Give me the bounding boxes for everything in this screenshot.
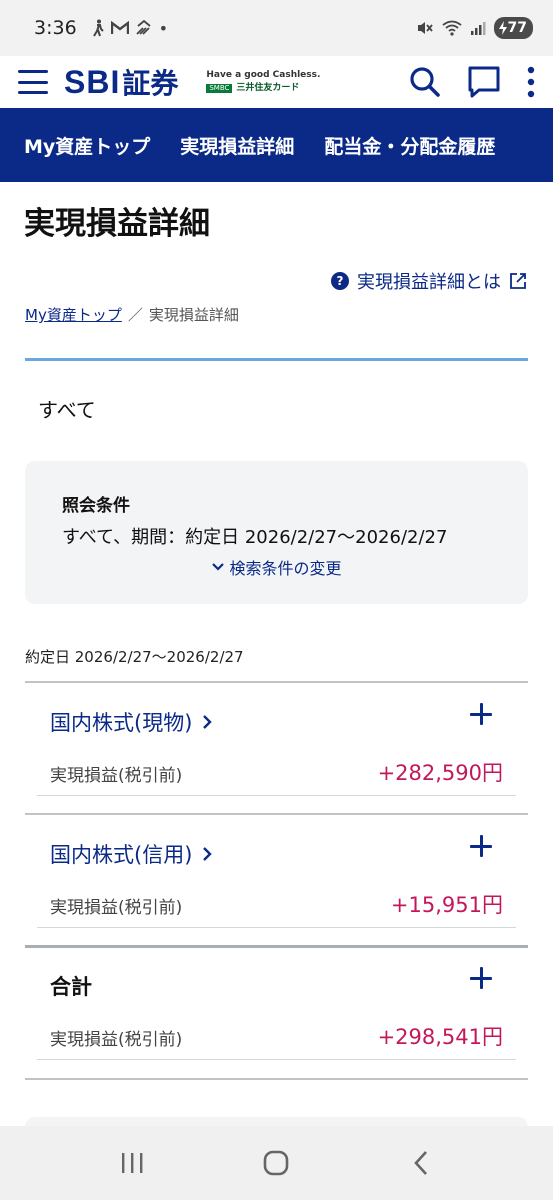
wifi-icon: [441, 20, 462, 36]
cast-icon: [136, 20, 151, 35]
section-title: 国内株式(信用): [50, 843, 193, 867]
smbc-banner: Have a good Cashless. SMBC 三井住友カード: [206, 69, 321, 94]
search-conditions-panel: 照会条件 すべて、期間：約定日 2026/2/27〜2026/2/27 検索条件…: [25, 461, 528, 604]
section-title-link[interactable]: 国内株式(信用): [50, 839, 213, 869]
nav-my-assets-top[interactable]: My資産トップ: [24, 132, 150, 159]
tagline: Have a good Cashless.: [206, 69, 321, 80]
logo-sbi-text: SBI: [64, 63, 121, 100]
section-total: 合計 実現損益(税引前) +298,541円: [25, 945, 528, 1079]
page-title: 実現損益詳細: [24, 206, 210, 242]
home-icon[interactable]: [246, 1138, 306, 1188]
chat-icon[interactable]: [467, 65, 501, 99]
dot-icon: •: [158, 18, 169, 38]
section-title: 国内株式(現物): [50, 711, 193, 735]
conditions-text: すべて、期間：約定日 2026/2/27〜2026/2/27: [62, 527, 448, 548]
section-domestic-cash: 国内株式(現物) 実現損益(税引前) +282,590円: [25, 681, 528, 815]
section-title: 合計: [50, 971, 92, 1001]
back-icon[interactable]: [391, 1138, 451, 1188]
change-conditions-link[interactable]: 検索条件の変更: [25, 555, 528, 579]
sbi-logo[interactable]: SBI 証券: [64, 62, 178, 102]
section-domestic-margin: 国内株式(信用) 実現損益(税引前) +15,951円: [25, 813, 528, 947]
help-link[interactable]: ? 実現損益詳細とは: [331, 268, 527, 294]
row-label: 実現損益(税引前): [50, 766, 183, 786]
status-notification-icons: •: [91, 19, 168, 38]
conditions-title: 照会条件: [62, 496, 130, 516]
battery-level: 77: [507, 20, 527, 36]
app-header: SBI 証券 Have a good Cashless. SMBC 三井住友カー…: [0, 56, 553, 108]
main-nav: My資産トップ 実現損益詳細 配当金・分配金履歴: [0, 108, 553, 182]
breadcrumb: My資産トップ ／ 実現損益詳細: [25, 304, 239, 325]
logo-shoken-text: 証券: [122, 67, 179, 100]
smbc-badge: SMBC: [206, 83, 233, 94]
total-title: 合計: [50, 975, 92, 999]
breadcrumb-home[interactable]: My資産トップ: [25, 304, 122, 325]
row-value: +282,590円: [377, 761, 503, 785]
chevron-right-icon: [203, 847, 213, 861]
status-time: 3:36: [34, 17, 77, 39]
external-link-icon: [510, 273, 526, 289]
system-nav-bar: [0, 1126, 553, 1200]
expand-plus-icon[interactable]: [470, 703, 492, 725]
row-label: 実現損益(税引前): [50, 1030, 183, 1050]
breadcrumb-current: 実現損益詳細: [148, 306, 239, 324]
filter-label[interactable]: すべて: [38, 394, 96, 423]
row-value: +298,541円: [377, 1025, 503, 1049]
nav-realized-pl[interactable]: 実現損益詳細: [180, 132, 294, 159]
change-conditions-label: 検索条件の変更: [229, 559, 342, 578]
accent-divider: [25, 358, 528, 361]
mute-icon: [417, 22, 433, 34]
battery-indicator: 77: [493, 17, 533, 39]
charging-icon: [498, 21, 507, 35]
nav-dividend-history[interactable]: 配当金・分配金履歴: [324, 132, 495, 159]
status-bar: 3:36 • 77: [0, 0, 553, 56]
expand-plus-icon[interactable]: [470, 835, 492, 857]
search-icon[interactable]: [409, 66, 441, 98]
bottom-divider: [25, 1078, 528, 1080]
help-icon: ?: [331, 272, 349, 290]
breadcrumb-separator: ／: [127, 306, 143, 324]
recent-apps-icon[interactable]: [102, 1138, 162, 1188]
chevron-right-icon: [203, 715, 213, 729]
help-link-label: 実現損益詳細とは: [357, 272, 501, 293]
chevron-down-icon: [212, 563, 225, 571]
gmail-icon: [110, 21, 129, 34]
signal-icon: [470, 22, 486, 35]
row-value: +15,951円: [390, 893, 503, 917]
menu-icon[interactable]: [18, 70, 48, 94]
status-system-icons: 77: [416, 17, 533, 39]
walking-icon: [92, 19, 104, 37]
section-title-link[interactable]: 国内株式(現物): [50, 707, 213, 737]
smbc-card-text: 三井住友カード: [236, 82, 300, 93]
more-vertical-icon[interactable]: [527, 66, 535, 98]
row-label: 実現損益(税引前): [50, 898, 183, 918]
period-label: 約定日 2026/2/27〜2026/2/27: [25, 648, 244, 666]
expand-plus-icon[interactable]: [470, 967, 492, 989]
